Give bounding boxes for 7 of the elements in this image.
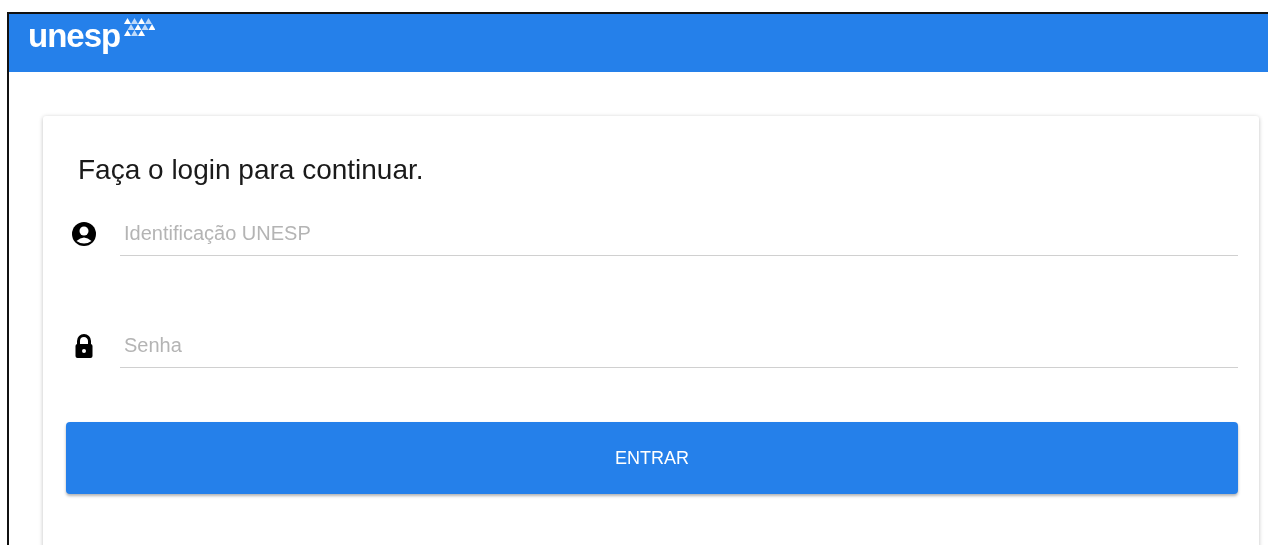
user-icon <box>70 220 98 248</box>
logo-text: unesp <box>28 16 121 56</box>
password-field[interactable]: Senha <box>120 334 1238 368</box>
login-button[interactable]: ENTRAR <box>66 422 1238 494</box>
logo-mark-icon <box>121 16 156 38</box>
login-title: Faça o login para continuar. <box>78 153 425 187</box>
username-field[interactable]: Identificação UNESP <box>120 222 1238 256</box>
